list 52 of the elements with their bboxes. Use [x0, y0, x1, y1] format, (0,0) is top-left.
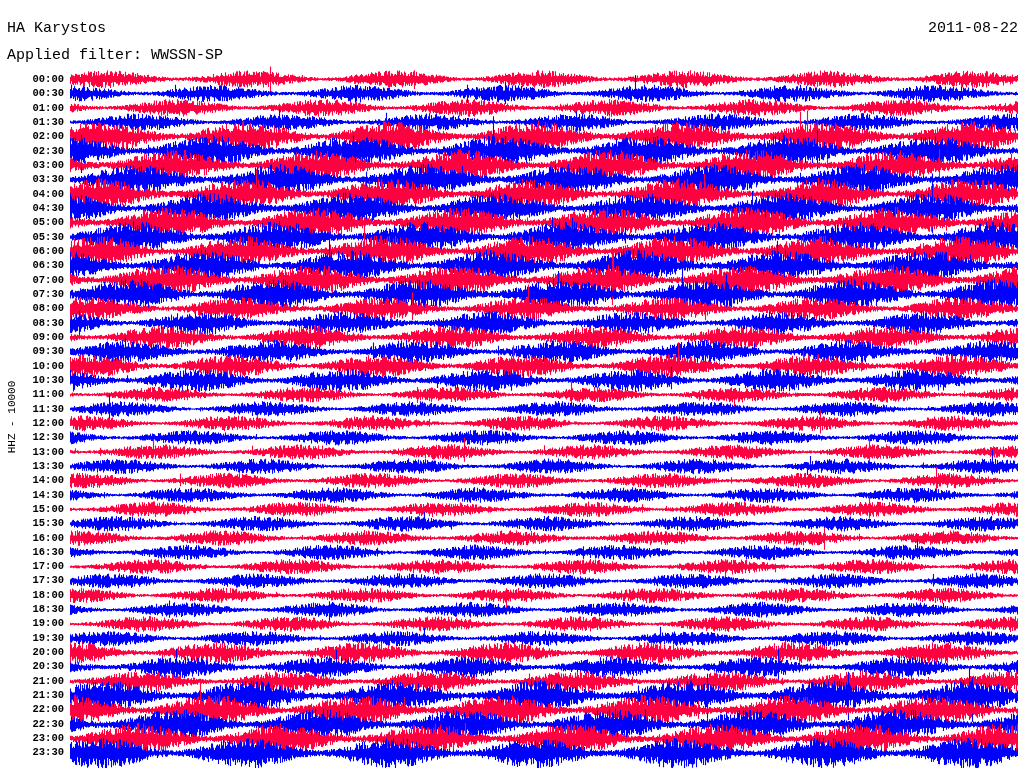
time-label: 10:00 — [32, 359, 64, 372]
time-label: 16:00 — [32, 531, 64, 544]
time-label: 16:30 — [32, 545, 64, 558]
time-label: 05:30 — [32, 230, 64, 243]
time-label: 21:00 — [32, 674, 64, 687]
time-label: 20:30 — [32, 660, 64, 673]
time-label: 04:00 — [32, 187, 64, 200]
time-label: 22:00 — [32, 703, 64, 716]
time-label: 15:30 — [32, 517, 64, 530]
time-label: 13:30 — [32, 459, 64, 472]
time-label: 10:30 — [32, 373, 64, 386]
time-label: 23:00 — [32, 732, 64, 745]
time-label: 01:30 — [32, 116, 64, 128]
time-label: 04:30 — [32, 201, 64, 214]
time-label: 15:00 — [32, 502, 64, 515]
time-label: 11:00 — [32, 388, 64, 401]
time-label: 08:00 — [32, 302, 64, 315]
time-label: 14:00 — [32, 474, 64, 487]
time-label: 17:30 — [32, 574, 64, 587]
time-label: 12:30 — [32, 431, 64, 444]
time-label: 00:00 — [32, 73, 64, 85]
time-label: 14:30 — [32, 488, 64, 501]
time-label: 00:30 — [32, 87, 64, 100]
time-label: 19:00 — [32, 617, 64, 630]
station-title: HA Karystos — [7, 20, 107, 37]
time-label: 09:00 — [32, 330, 64, 343]
time-label: 06:00 — [32, 244, 64, 257]
time-label: 09:30 — [32, 345, 64, 358]
time-label: 13:00 — [32, 445, 64, 458]
time-label: 06:30 — [32, 259, 64, 272]
time-label: 11:30 — [32, 402, 64, 415]
time-label: 01:00 — [32, 101, 64, 114]
time-label: 21:30 — [32, 689, 64, 702]
time-label: 19:30 — [32, 631, 64, 644]
time-label: 12:00 — [32, 416, 64, 429]
time-label: 02:00 — [32, 130, 64, 143]
time-label: 22:30 — [32, 717, 64, 730]
time-label: 02:30 — [32, 144, 64, 157]
time-label: 18:30 — [32, 603, 64, 616]
time-label: 23:30 — [32, 746, 64, 759]
time-label: 20:00 — [32, 646, 64, 659]
channel-label: HHZ - 10000 — [6, 380, 18, 454]
time-label: 07:00 — [32, 273, 64, 286]
time-label: 05:00 — [32, 216, 64, 229]
time-label: 07:30 — [32, 287, 64, 300]
time-label: 08:30 — [32, 316, 64, 329]
time-label: 03:00 — [32, 158, 64, 171]
date-label: 2011-08-22 — [928, 20, 1018, 37]
time-label: 03:30 — [32, 173, 64, 186]
filter-label: Applied filter: WWSSN-SP — [6, 46, 225, 64]
time-label: 17:00 — [32, 560, 64, 573]
time-label: 18:00 — [32, 588, 64, 601]
